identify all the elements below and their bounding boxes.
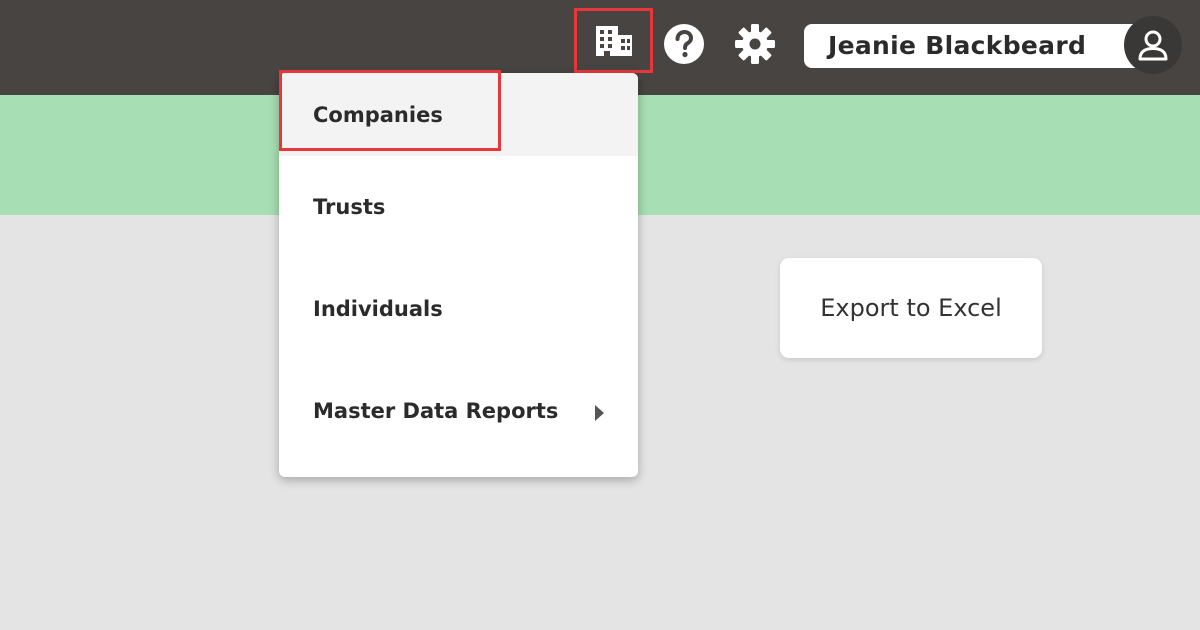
menu-item-master-data-reports[interactable]: Master Data Reports: [279, 360, 638, 462]
menu-item-companies[interactable]: Companies: [279, 73, 638, 156]
menu-item-label: Individuals: [313, 297, 443, 321]
menu-item-label: Master Data Reports: [313, 399, 559, 423]
organization-switcher-button[interactable]: [574, 8, 653, 73]
user-name: Jeanie Blackbeard: [828, 31, 1087, 60]
menu-item-label: Trusts: [313, 195, 386, 219]
help-circle-icon: [664, 24, 704, 64]
avatar[interactable]: [1124, 16, 1182, 74]
menu-item-label: Companies: [313, 102, 443, 127]
organization-dropdown-menu: Companies Trusts Individuals Master Data…: [279, 73, 638, 477]
menu-item-trusts[interactable]: Trusts: [279, 156, 638, 258]
menu-item-individuals[interactable]: Individuals: [279, 258, 638, 360]
chevron-right-icon: [595, 405, 604, 421]
settings-button[interactable]: [731, 20, 779, 68]
user-menu-button[interactable]: Jeanie Blackbeard: [804, 24, 1148, 68]
gear-icon: [735, 24, 775, 64]
building-icon: [595, 25, 632, 56]
help-button[interactable]: [662, 22, 706, 66]
export-to-excel-button[interactable]: Export to Excel: [780, 258, 1042, 358]
user-icon: [1138, 30, 1168, 61]
